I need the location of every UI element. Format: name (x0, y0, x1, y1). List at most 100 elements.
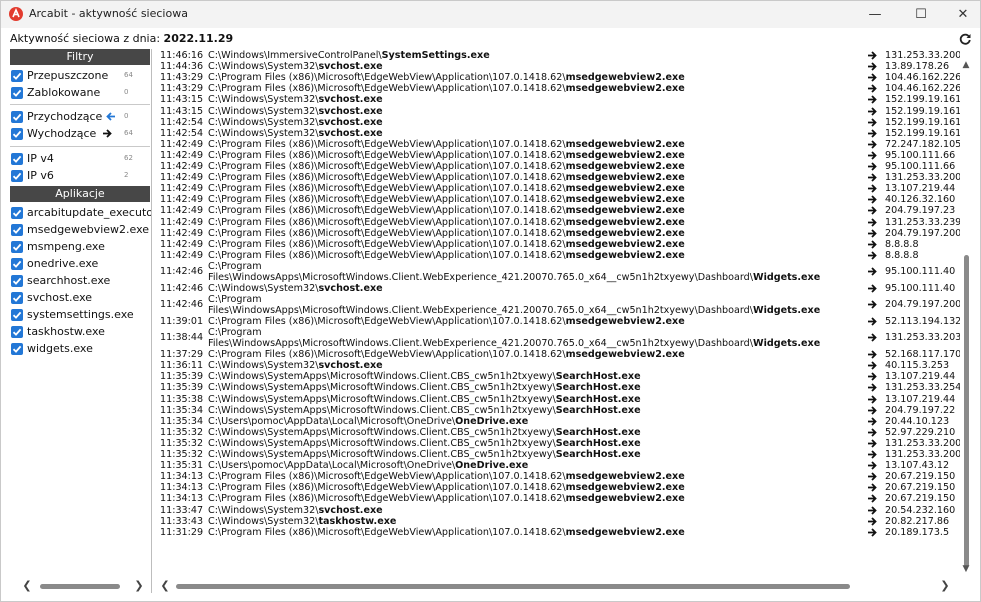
log-path-dir: C:\Windows\SystemApps\MicrosoftWindows.C… (208, 437, 556, 449)
app-filter-item[interactable]: svchost.exe (10, 290, 152, 306)
log-path: C:\Windows\System32\svchost.exe (208, 283, 858, 294)
log-exe-name: SystemSettings.exe (381, 50, 490, 61)
checkbox[interactable] (11, 153, 23, 165)
log-row[interactable]: 11:42:49 C:\Program Files (x86)\Microsoft… (152, 183, 960, 194)
checkbox[interactable] (11, 258, 23, 270)
refresh-icon[interactable] (958, 31, 972, 45)
log-path: C:\Windows\ImmersiveControlPanel\SystemS… (208, 50, 858, 61)
checkbox[interactable] (11, 87, 23, 99)
checkbox[interactable] (11, 292, 23, 304)
filter-ipv6[interactable]: IP v6 2 (10, 168, 152, 184)
log-row[interactable]: 11:43:29 C:\Program Files (x86)\Microsoft… (152, 72, 960, 83)
log-row[interactable]: 11:42:49 C:\Program Files (x86)\Microsoft… (152, 250, 960, 261)
log-row[interactable]: 11:37:29 C:\Program Files (x86)\Microsoft… (152, 349, 960, 360)
log-path: C:\Program Files (x86)\Microsoft\EdgeWeb… (208, 527, 858, 538)
log-row[interactable]: 11:44:36 C:\Windows\System32\svchost.exe 1… (152, 61, 960, 72)
log-row[interactable]: 11:43:29 C:\Program Files (x86)\Microsoft… (152, 83, 960, 94)
filter-passed[interactable]: Przepuszczone 64 (10, 68, 152, 84)
log-row[interactable]: 11:33:47 C:\Windows\System32\svchost.exe 2… (152, 505, 960, 516)
app-filter-item[interactable]: msmpeng.exe (10, 239, 152, 255)
arrow-right-icon (867, 527, 877, 538)
checkbox[interactable] (11, 224, 23, 236)
log-row[interactable]: 11:35:39 C:\Windows\SystemApps\MicrosoftW… (152, 371, 960, 382)
log-path-dir: C:\Program Files (x86)\Microsoft\EdgeWeb… (208, 482, 566, 494)
log-row[interactable]: 11:34:13 C:\Program Files (x86)\Microsoft… (152, 471, 960, 482)
log-row[interactable]: 11:35:34 C:\Windows\SystemApps\MicrosoftW… (152, 405, 960, 416)
log-row[interactable]: 11:42:49 C:\Program Files (x86)\Microsoft… (152, 205, 960, 216)
log-row[interactable]: 11:42:54 C:\Windows\System32\svchost.exe 1… (152, 128, 960, 139)
log-time: 11:42:49 (160, 238, 204, 250)
log-row[interactable]: 11:42:46 C:\Program Files\WindowsApps\Mic… (152, 294, 960, 316)
log-row[interactable]: 11:35:34 C:\Users\pomoc\AppData\Local\Mic… (152, 416, 960, 427)
log-row[interactable]: 11:34:13 C:\Program Files (x86)\Microsoft… (152, 493, 960, 504)
log-row[interactable]: 11:35:31 C:\Users\pomoc\AppData\Local\Mic… (152, 460, 960, 471)
log-row[interactable]: 11:36:11 C:\Windows\System32\svchost.exe 4… (152, 360, 960, 371)
log-row[interactable]: 11:42:49 C:\Program Files (x86)\Microsoft… (152, 150, 960, 161)
scroll-right-arrow-icon[interactable]: ❯ (938, 579, 952, 593)
log-row[interactable]: 11:43:15 C:\Windows\System32\svchost.exe 1… (152, 94, 960, 105)
app-filter-item[interactable]: systemsettings.exe (10, 307, 152, 323)
maximize-button[interactable]: ☐ (903, 1, 939, 28)
sidebar-horizontal-scrollbar[interactable]: ❮ ❯ (10, 579, 152, 593)
scroll-right-arrow-icon[interactable]: ❯ (132, 579, 146, 593)
app-filter-item[interactable]: arcabitupdate_executo (10, 205, 152, 221)
checkbox[interactable] (11, 207, 23, 219)
arrow-right-icon (867, 128, 877, 139)
log-row[interactable]: 11:31:29 C:\Program Files (x86)\Microsoft… (152, 527, 960, 538)
scrollbar-thumb[interactable] (176, 584, 850, 589)
log-row[interactable]: 11:43:15 C:\Windows\System32\svchost.exe 1… (152, 106, 960, 117)
vertical-scrollbar[interactable]: ▲ ▼ (960, 49, 972, 579)
log-row[interactable]: 11:42:49 C:\Program Files (x86)\Microsoft… (152, 139, 960, 150)
log-row[interactable]: 11:33:43 C:\Windows\System32\taskhostw.ex… (152, 516, 960, 527)
log-row[interactable]: 11:35:32 C:\Windows\SystemApps\MicrosoftW… (152, 449, 960, 460)
log-row[interactable]: 11:42:49 C:\Program Files (x86)\Microsoft… (152, 239, 960, 250)
log-path-dir: C:\Windows\ImmersiveControlPanel\ (208, 50, 382, 61)
filter-ipv4[interactable]: IP v4 62 (10, 151, 152, 167)
checkbox[interactable] (11, 241, 23, 253)
log-row[interactable]: 11:42:54 C:\Windows\System32\svchost.exe 1… (152, 117, 960, 128)
log-path: C:\Program Files (x86)\Microsoft\EdgeWeb… (208, 183, 858, 194)
app-filter-item[interactable]: widgets.exe (10, 341, 152, 357)
log-row[interactable]: 11:34:13 C:\Program Files (x86)\Microsoft… (152, 482, 960, 493)
log-row[interactable]: 11:35:38 C:\Windows\SystemApps\MicrosoftW… (152, 394, 960, 405)
filter-outgoing[interactable]: Wychodzące 64 (10, 126, 152, 142)
checkbox[interactable] (11, 128, 23, 140)
scroll-down-arrow-icon[interactable]: ▼ (960, 563, 972, 575)
scroll-left-arrow-icon[interactable]: ❮ (158, 579, 172, 593)
log-row[interactable]: 11:42:49 C:\Program Files (x86)\Microsoft… (152, 228, 960, 239)
checkbox[interactable] (11, 170, 23, 182)
checkbox[interactable] (11, 275, 23, 287)
close-button[interactable]: ✕ (945, 1, 980, 28)
checkbox[interactable] (11, 309, 23, 321)
filter-incoming[interactable]: Przychodzące 0 (10, 109, 152, 125)
log-row[interactable]: 11:35:32 C:\Windows\SystemApps\MicrosoftW… (152, 438, 960, 449)
log-row[interactable]: 11:42:46 C:\Program Files\WindowsApps\Mic… (152, 261, 960, 283)
app-filter-item[interactable]: taskhostw.exe (10, 324, 152, 340)
minimize-button[interactable]: — (857, 1, 893, 28)
checkbox[interactable] (11, 70, 23, 82)
log-row[interactable]: 11:39:01 C:\Program Files (x86)\Microsoft… (152, 316, 960, 327)
scroll-up-arrow-icon[interactable]: ▲ (960, 59, 972, 71)
app-filter-item[interactable]: searchhost.exe (10, 273, 152, 289)
log-horizontal-scrollbar[interactable]: ❮ ❯ (152, 579, 960, 593)
log-row[interactable]: 11:38:44 C:\Program Files\WindowsApps\Mic… (152, 327, 960, 349)
checkbox[interactable] (11, 111, 23, 123)
log-row[interactable]: 11:42:49 C:\Program Files (x86)\Microsoft… (152, 161, 960, 172)
log-row[interactable]: 11:42:46 C:\Windows\System32\svchost.exe 9… (152, 283, 960, 294)
log-path-dir: C:\Windows\SystemApps\MicrosoftWindows.C… (208, 426, 556, 438)
scrollbar-thumb[interactable] (40, 584, 120, 589)
app-filter-item[interactable]: onedrive.exe (10, 256, 152, 272)
log-row[interactable]: 11:42:49 C:\Program Files (x86)\Microsoft… (152, 172, 960, 183)
app-filter-item[interactable]: msedgewebview2.exe (10, 222, 152, 238)
log-row[interactable]: 11:46:16 C:\Windows\ImmersiveControlPanel… (152, 50, 960, 61)
checkbox[interactable] (11, 326, 23, 338)
filter-blocked[interactable]: Zablokowane 0 (10, 85, 152, 101)
log-row[interactable]: 11:42:49 C:\Program Files (x86)\Microsoft… (152, 194, 960, 205)
scrollbar-thumb[interactable] (964, 255, 969, 567)
log-row[interactable]: 11:35:39 C:\Windows\SystemApps\MicrosoftW… (152, 382, 960, 393)
checkbox[interactable] (11, 343, 23, 355)
scroll-left-arrow-icon[interactable]: ❮ (20, 579, 34, 593)
log-row[interactable]: 11:42:49 C:\Program Files (x86)\Microsoft… (152, 217, 960, 228)
log-row[interactable]: 11:35:32 C:\Windows\SystemApps\MicrosoftW… (152, 427, 960, 438)
log-time: 11:42:49 (160, 249, 204, 261)
